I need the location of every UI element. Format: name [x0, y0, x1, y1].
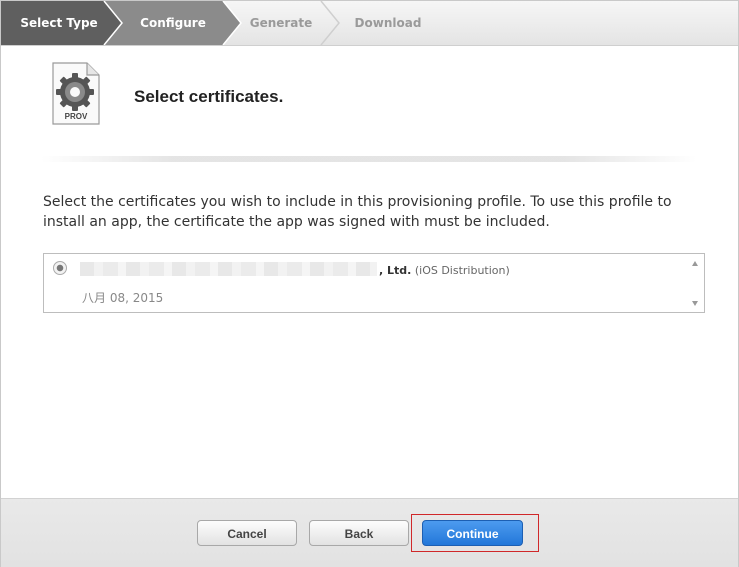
scroll-down-arrow-icon[interactable] — [692, 301, 698, 306]
certificate-name-redacted — [80, 262, 377, 276]
certificate-list[interactable]: , Ltd. (iOS Distribution) 八月 08, 2015 — [43, 253, 705, 313]
header-divider — [41, 156, 697, 162]
step-generate: Generate — [249, 16, 313, 30]
page-title: Select certificates. — [134, 87, 284, 106]
step-download: Download — [354, 16, 422, 30]
certificate-radio[interactable] — [53, 261, 67, 275]
continue-button[interactable]: Continue — [422, 520, 523, 546]
scroll-up-arrow-icon[interactable] — [692, 261, 698, 266]
provisioning-profile-icon: PROV — [52, 62, 100, 125]
certificate-date: 八月 08, 2015 — [82, 291, 164, 305]
back-button[interactable]: Back — [309, 520, 409, 546]
step-configure: Configure — [140, 16, 206, 30]
instructions-text: Select the certificates you wish to incl… — [43, 194, 672, 230]
cancel-button[interactable]: Cancel — [197, 520, 297, 546]
wizard-footer: Cancel Back Continue — [1, 498, 738, 567]
certificate-name-suffix: , Ltd. — [379, 264, 412, 277]
certificate-name: , Ltd. (iOS Distribution) — [379, 264, 510, 277]
certificate-type: (iOS Distribution) — [414, 264, 510, 277]
step-select-type: Select Type — [20, 16, 98, 30]
provisioning-wizard: Select Type Configure Generate Download … — [0, 0, 739, 567]
gear-icon — [56, 73, 94, 111]
wizard-steps: Select Type Configure Generate Download — [1, 1, 738, 46]
prov-icon-label: PROV — [65, 112, 88, 121]
